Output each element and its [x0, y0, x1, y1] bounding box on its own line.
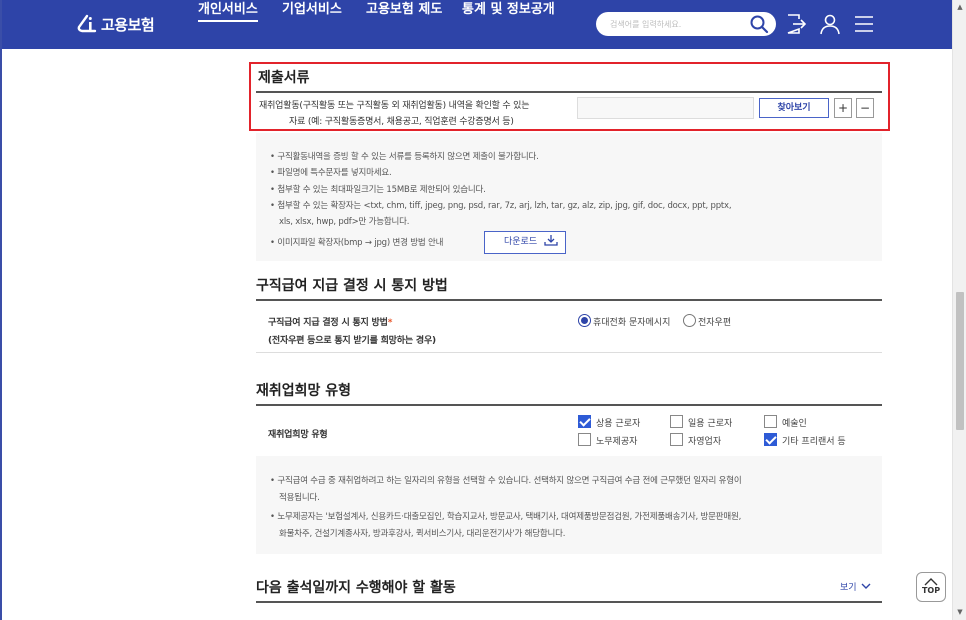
- note-item: • 구직급여 수급 중 재취업하려고 하는 일자리의 유형을 선택할 수 있습니…: [270, 476, 742, 486]
- chevron-up-icon: [924, 578, 938, 586]
- scroll-thumb[interactable]: [956, 292, 964, 430]
- documents-desc-line1: 재취업활동(구직활동 또는 구직활동 외 재취업활동) 내역을 확인할 수 있는: [259, 101, 530, 111]
- checkbox-artist[interactable]: [764, 415, 777, 428]
- download-button[interactable]: 다운로드: [484, 231, 566, 254]
- checkbox-self-employed-label[interactable]: 자영업자: [688, 434, 721, 447]
- documents-desc-line2: 자료 (예: 구직활동증명서, 채용공고, 직업훈련 수강증명서 등): [289, 117, 514, 127]
- logo-text: 고용보험: [101, 15, 155, 34]
- radio-sms[interactable]: [578, 314, 591, 327]
- notification-label: 구직급여 지급 결정 시 통지 방법*: [268, 318, 393, 328]
- file-path-field[interactable]: [577, 97, 754, 119]
- note-item: • 노무제공자는 '보험설계사, 신용카드·대출모집인, 학습지교사, 방문교사…: [270, 512, 742, 522]
- remove-file-button[interactable]: −: [856, 98, 874, 118]
- download-icon: [544, 235, 558, 246]
- scrollbar[interactable]: ▲ ▼: [952, 0, 966, 620]
- notification-label-line2: (전자우편 등으로 통지 받기를 희망하는 경우): [268, 336, 436, 346]
- reemployment-notes: [256, 456, 882, 554]
- logo[interactable]: 고용보험: [75, 10, 171, 38]
- reemployment-divider: [256, 404, 882, 406]
- logo-mark-icon: [77, 14, 97, 33]
- top-header: 고용보험 개인서비스 기업서비스 고용보험 제도 통계 및 정보공개: [2, 0, 952, 49]
- top-label: TOP: [921, 586, 941, 595]
- search-button[interactable]: [748, 14, 770, 34]
- checkbox-self-employed[interactable]: [670, 433, 683, 446]
- radio-email[interactable]: [683, 314, 696, 327]
- documents-title: 제출서류: [258, 70, 310, 86]
- reemployment-label: 재취업희망 유형: [268, 430, 328, 440]
- checkbox-labor-provider-label[interactable]: 노무제공자: [596, 434, 637, 447]
- note-item-continued: 적용됩니다.: [279, 493, 320, 503]
- radio-email-label[interactable]: 전자우편: [698, 315, 731, 328]
- nav-item-personal[interactable]: 개인서비스: [198, 0, 258, 22]
- nav-item-statistics[interactable]: 통계 및 정보공개: [462, 0, 555, 22]
- add-file-button[interactable]: +: [834, 98, 852, 118]
- chevron-down-icon: [861, 583, 871, 589]
- checkbox-freelancer-label[interactable]: 기타 프리랜서 등: [782, 434, 846, 447]
- checkbox-daily-worker[interactable]: [670, 415, 683, 428]
- checkbox-freelancer[interactable]: [764, 433, 777, 446]
- notification-title: 구직급여 지급 결정 시 통지 방법: [256, 278, 448, 294]
- scroll-up-arrow-icon[interactable]: ▲: [956, 3, 964, 11]
- notification-bottom-divider: [256, 352, 882, 353]
- note-item: • 첨부할 수 있는 확장자는 <txt, chm, tiff, jpeg, p…: [270, 201, 732, 211]
- checkbox-regular-worker[interactable]: [578, 415, 591, 428]
- more-link[interactable]: 보기: [840, 580, 871, 593]
- note-item: • 이미지파일 확장자(bmp → jpg) 변경 방법 안내: [270, 238, 444, 248]
- window-left-edge: [0, 0, 2, 620]
- find-file-button[interactable]: 찾아보기: [759, 98, 829, 118]
- login-icon[interactable]: [784, 12, 808, 36]
- radio-sms-label[interactable]: 휴대전화 문자메시지: [593, 315, 670, 328]
- user-icon[interactable]: [818, 12, 842, 36]
- search-input[interactable]: [610, 16, 735, 32]
- download-label: 다운로드: [504, 237, 538, 247]
- required-mark: *: [387, 318, 393, 328]
- search-icon: [750, 15, 769, 34]
- note-item: • 첨부할 수 있는 최대파일크기는 15MB로 제한되어 있습니다.: [270, 185, 486, 195]
- scroll-down-arrow-icon[interactable]: ▼: [956, 608, 964, 616]
- notification-divider: [256, 299, 882, 301]
- documents-divider: [256, 91, 882, 93]
- next-activity-divider: [256, 601, 882, 603]
- scroll-top-button[interactable]: TOP: [916, 572, 946, 602]
- checkbox-labor-provider[interactable]: [578, 433, 591, 446]
- search-box: [596, 12, 776, 36]
- note-item: • 구직활동내역을 증빙 할 수 있는 서류를 등록하지 않으면 제출이 불가합…: [270, 152, 539, 162]
- nav-item-system[interactable]: 고용보험 제도: [366, 0, 442, 22]
- note-item-continued: xls, xlsx, hwp, pdf>만 가능합니다.: [279, 217, 410, 227]
- checkbox-daily-worker-label[interactable]: 일용 근로자: [688, 416, 732, 429]
- note-item-continued: 화물차주, 건설기계종사자, 방과후강사, 퀵서비스기사, 대리운전기사'가 해…: [279, 529, 566, 539]
- nav-item-business[interactable]: 기업서비스: [282, 0, 342, 22]
- note-item: • 파일명에 특수문자를 넣지마세요.: [270, 168, 392, 178]
- reemployment-title: 재취업희망 유형: [256, 383, 352, 399]
- checkbox-artist-label[interactable]: 예술인: [782, 416, 807, 429]
- next-activity-title: 다음 출석일까지 수행해야 할 활동: [256, 580, 456, 596]
- checkbox-regular-worker-label[interactable]: 상용 근로자: [596, 416, 640, 429]
- menu-icon[interactable]: [852, 12, 876, 36]
